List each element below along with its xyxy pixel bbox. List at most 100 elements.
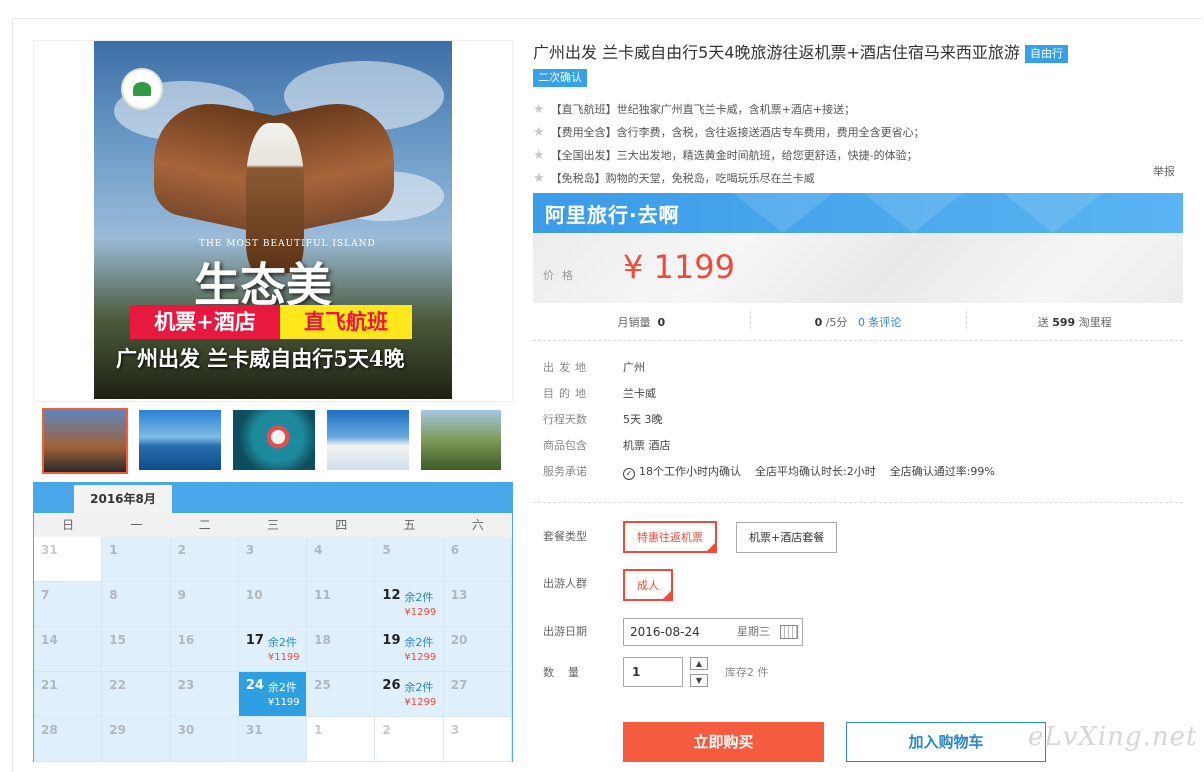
qty-up-icon[interactable]: ▲ xyxy=(690,657,708,670)
calendar-grid: 31 1 2 3 4 5 6 7 8 9 10 11 12 余2件 ¥1299 13 14 15 16 17 余2件 ¥1… xyxy=(34,537,512,762)
calendar-day-cell: 28 xyxy=(34,717,103,762)
calendar-day-cell: 13 xyxy=(443,582,512,627)
info-value: 机票 酒店 xyxy=(623,439,671,452)
qty-label: 数量 xyxy=(543,666,593,679)
rating-unit: /5分 xyxy=(825,315,848,329)
day-number: 1 xyxy=(314,723,323,737)
miles-prefix: 送 xyxy=(1037,315,1049,329)
thumbnail-strip xyxy=(33,402,513,482)
thumbnail-5[interactable] xyxy=(421,410,501,470)
calendar-day-cell[interactable]: 24 余2件 ¥1199 xyxy=(238,672,308,717)
info-value: 全店确认通过率:99% xyxy=(889,465,995,478)
package-option-flight-hotel[interactable]: 机票+酒店套餐 xyxy=(736,522,838,553)
info-key: 服务承诺 xyxy=(543,465,587,478)
calendar-day-cell: 11 xyxy=(307,582,376,627)
day-number: 28 xyxy=(41,723,58,737)
miles-value: 599 xyxy=(1052,315,1076,329)
price-body: 价格 ¥ 1199 xyxy=(533,233,1183,303)
star-icon: ★ xyxy=(533,171,545,186)
monthly-sales: 月销量 0 xyxy=(533,314,750,330)
report-link[interactable]: 举报 xyxy=(1153,163,1175,179)
calendar-day-cell: 20 xyxy=(443,627,512,672)
calendar-day-cell: 3 xyxy=(443,717,512,762)
rating-value: 0 xyxy=(814,315,823,329)
thumbnail-4[interactable] xyxy=(327,410,409,470)
price-label: 价格 xyxy=(543,269,581,282)
calendar-day-cell: 9 xyxy=(170,582,239,627)
calendar-day-cell: 27 xyxy=(443,672,512,717)
crowd-option-adult[interactable]: 成人 xyxy=(623,569,673,601)
calendar-day-cell: 16 xyxy=(170,627,239,672)
calendar-icon[interactable] xyxy=(780,625,798,639)
calendar-day-cell[interactable]: 12 余2件 ¥1299 xyxy=(375,582,444,627)
calendar-day-cell: 14 xyxy=(34,627,103,672)
star-icon: ★ xyxy=(533,125,545,140)
info-promise: 服务承诺 ✓ 18个工作小时内确认 全店平均确认时长:2小时 全店确认通过率:99% xyxy=(543,462,995,488)
calendar-day-cell[interactable]: 19 余2件 ¥1299 xyxy=(375,627,444,672)
main-product-image[interactable]: THE MOST BEAUTIFUL ISLAND 生态美 机票+酒店 直飞航班… xyxy=(94,41,452,399)
day-stock: 余2件 xyxy=(404,681,434,694)
day-number: 8 xyxy=(109,588,118,602)
info-destination: 目的地 兰卡威 xyxy=(543,384,995,410)
confirm-badge: 二次确认 xyxy=(533,69,587,87)
day-number: 22 xyxy=(109,678,126,692)
brand-name: 阿里旅行·去啊 xyxy=(545,203,680,227)
reviews-link[interactable]: 0 条评论 xyxy=(858,316,902,329)
day-number: 5 xyxy=(382,543,391,557)
calendar-weekdays: 日一二三四五六 xyxy=(34,513,512,537)
stock-text: 库存2 件 xyxy=(725,666,769,679)
travel-date-input[interactable]: 2016-08-24 星期三 xyxy=(623,618,803,646)
day-number: 10 xyxy=(245,588,263,602)
calendar-day-cell[interactable]: 17 余2件 ¥1199 xyxy=(238,627,308,672)
calendar-day-cell: 21 xyxy=(34,672,103,717)
weekday-label: 一 xyxy=(130,518,143,532)
calendar-day-cell: 4 xyxy=(307,537,376,582)
calendar-day-cell: 15 xyxy=(102,627,171,672)
info-key: 目的地 xyxy=(543,387,591,400)
quantity-input[interactable]: 1 xyxy=(623,657,683,687)
calendar-day-cell[interactable]: 26 余2件 ¥1299 xyxy=(375,672,444,717)
info-value: 广州 xyxy=(623,361,645,374)
info-value: 18个工作小时内确认 xyxy=(639,465,741,478)
feature-item: ★ 【直飞航班】世纪独家广州直飞兰卡威，含机票+酒店+接送； xyxy=(533,100,1183,123)
poster-route: 广州出发 兰卡威自由行5天4晚 xyxy=(116,346,405,371)
calendar-day-cell: 30 xyxy=(170,717,239,762)
calendar-day-cell: 3 xyxy=(238,537,308,582)
product-title: 广州出发 兰卡威自由行5天4晚旅游往返机票+酒店住宿马来西亚旅游 自由行 xyxy=(533,42,1193,64)
date-label: 出游日期 xyxy=(543,625,587,638)
day-number: 27 xyxy=(450,678,468,692)
calendar-day-cell: 25 xyxy=(307,672,376,717)
calendar-row: 28 29 30 31 1 2 3 xyxy=(34,717,512,762)
calendar-day-cell: 22 xyxy=(102,672,171,717)
stats-bar: 月销量 0 0 /5分 0 条评论 送 599 淘里程 xyxy=(533,303,1183,341)
sales-value: 0 xyxy=(657,315,666,329)
calendar-day-cell: 2 xyxy=(375,717,444,762)
thumbnail-3[interactable] xyxy=(233,410,315,470)
package-option-flight[interactable]: 特惠往返机票 xyxy=(623,521,717,553)
day-number: 6 xyxy=(450,543,460,557)
star-icon: ★ xyxy=(533,148,545,163)
check-icon: ✓ xyxy=(623,468,635,480)
day-number: 9 xyxy=(177,588,186,602)
price-value: ¥ 1199 xyxy=(623,248,735,286)
calendar-row: 14 15 16 17 余2件 ¥1199 18 19 余2件 ¥1299 20 xyxy=(34,627,512,672)
info-days: 行程天数 5天 3晚 xyxy=(543,410,995,436)
free-travel-badge: 自由行 xyxy=(1024,45,1068,63)
sales-label: 月销量 xyxy=(617,315,651,329)
thumbnail-1[interactable] xyxy=(42,408,128,474)
feature-text: 【免税岛】购物的天堂，免税岛，吃喝玩乐尽在兰卡威 xyxy=(550,172,815,185)
miles-suffix: 淘里程 xyxy=(1078,315,1112,329)
day-number: 31 xyxy=(41,543,58,557)
day-number: 21 xyxy=(41,678,58,692)
calendar-day-cell: 10 xyxy=(238,582,308,627)
price-calendar: 2016年8月 日一二三四五六 31 1 2 3 4 5 6 7 8 9 10 11 12 余2件 ¥129… xyxy=(33,482,513,762)
day-number: 14 xyxy=(41,633,58,647)
decor-triangle xyxy=(1003,193,1103,233)
calendar-month-tab[interactable]: 2016年8月 xyxy=(74,485,172,513)
thumbnail-2[interactable] xyxy=(139,410,221,470)
calendar-day-cell: 23 xyxy=(170,672,239,717)
date-weekday: 星期三 xyxy=(737,625,770,638)
add-to-cart-button[interactable]: 加入购物车 xyxy=(846,722,1046,762)
buy-now-button[interactable]: 立即购买 xyxy=(623,722,824,762)
qty-down-icon[interactable]: ▼ xyxy=(690,674,708,687)
